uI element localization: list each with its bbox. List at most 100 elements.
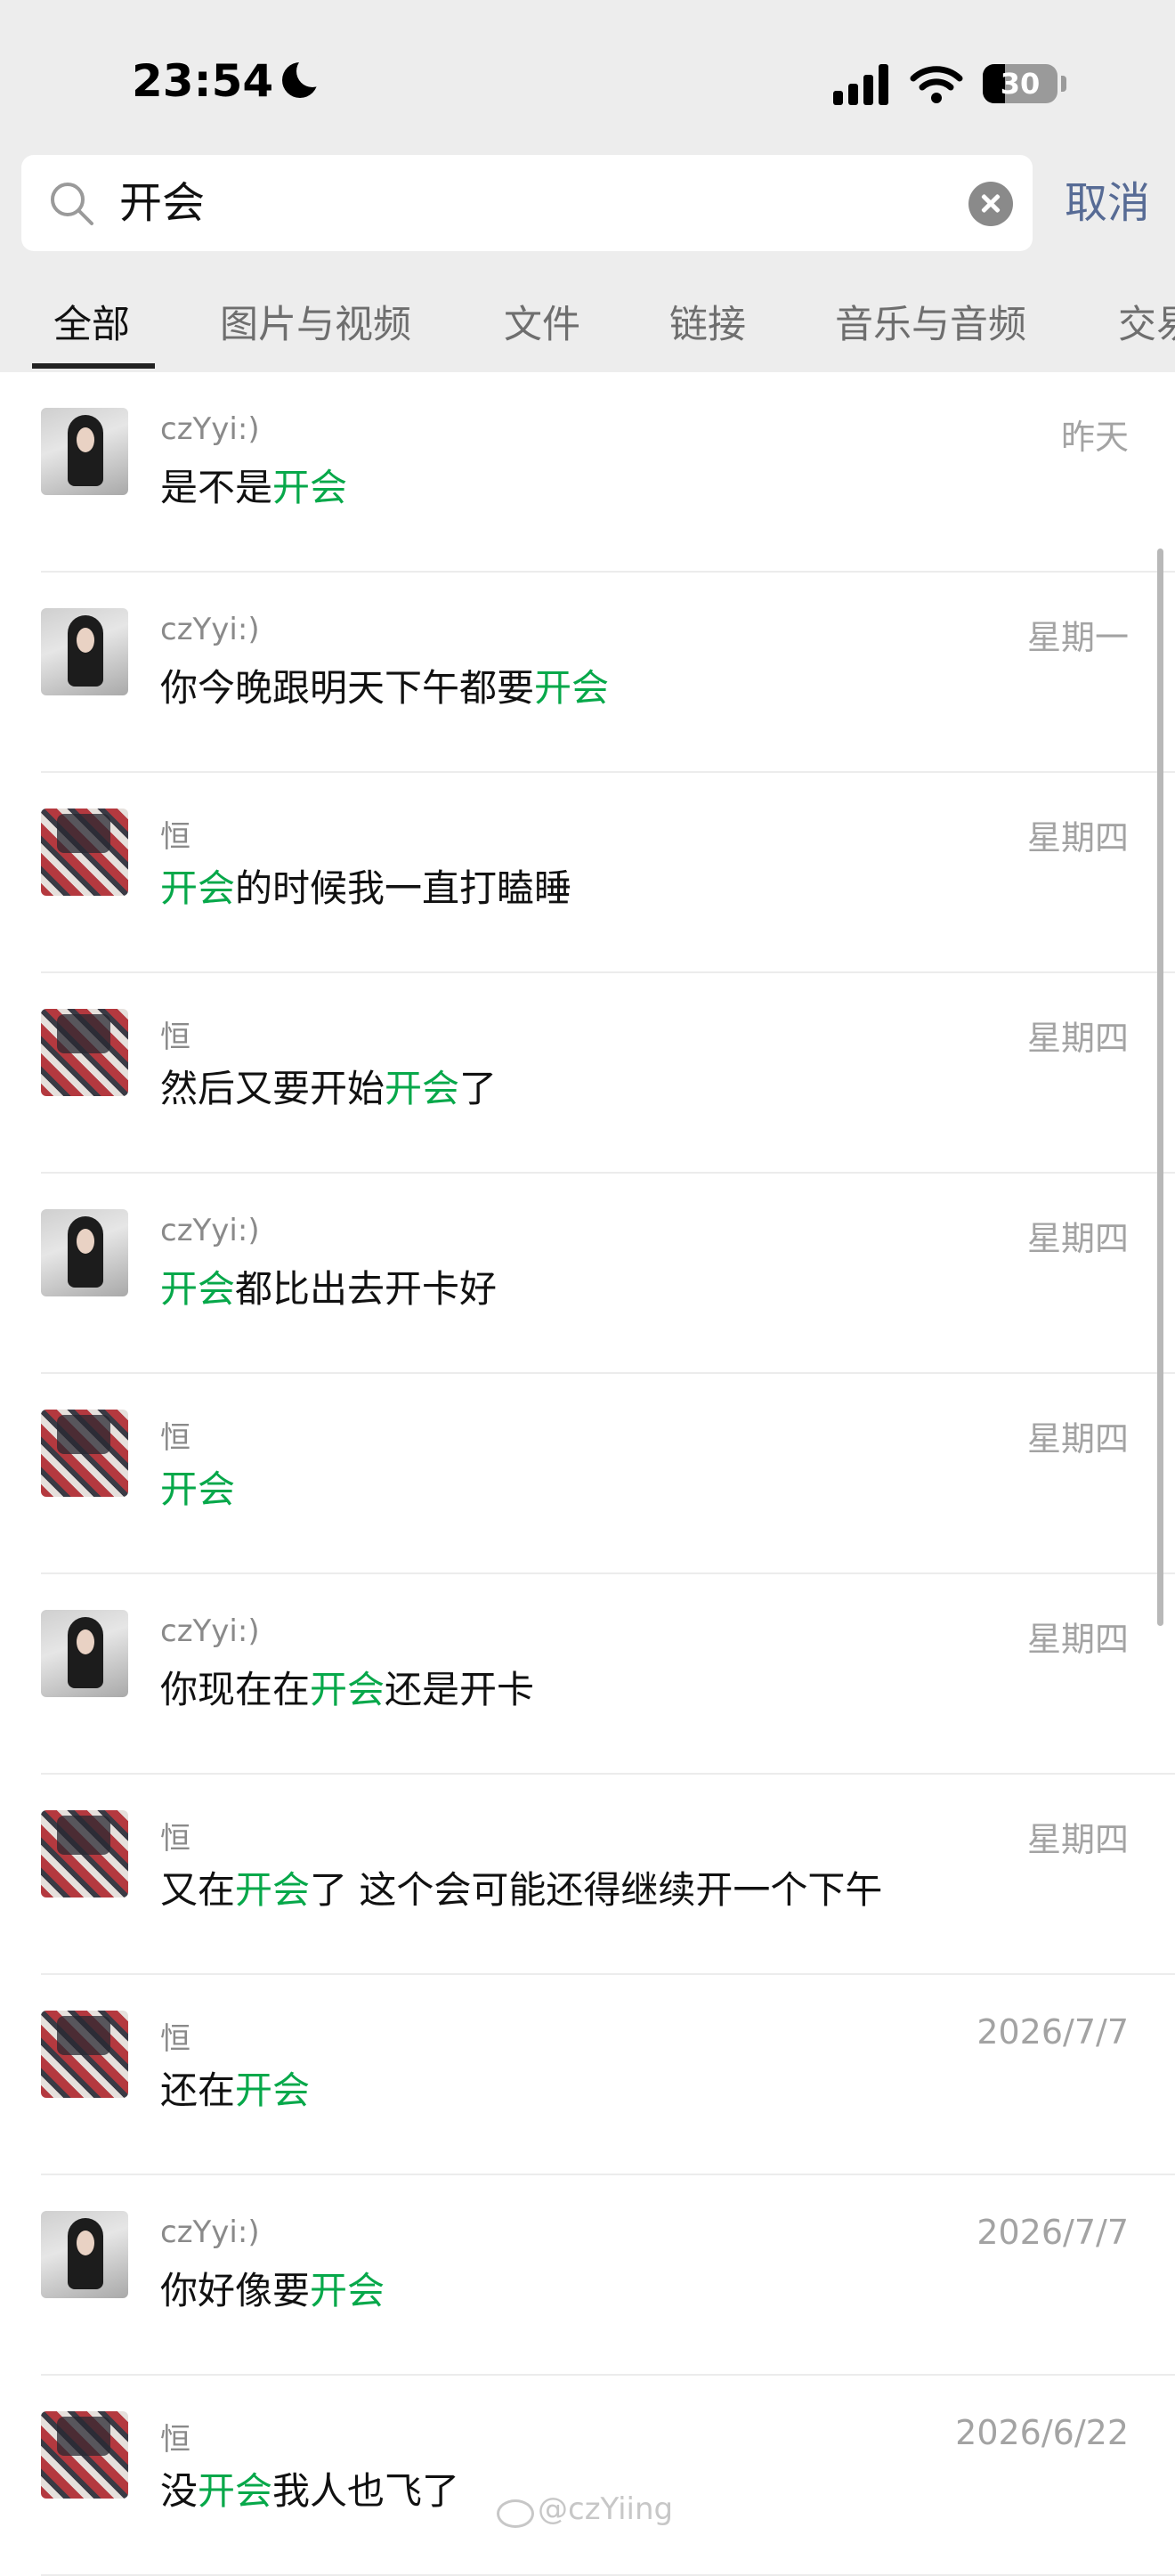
message-snippet: 是不是开会 — [160, 458, 347, 512]
message-snippet: 还在开会 — [160, 2060, 310, 2115]
watermark: @czYiing — [493, 2491, 674, 2528]
message-date: 星期四 — [1026, 1019, 1129, 1058]
clock-text: 23:54 — [132, 55, 274, 107]
list-item[interactable]: 恒 星期四又在开会了 这个会可能还得继续开一个下午 — [0, 1775, 1175, 1975]
weibo-icon — [493, 2494, 534, 2528]
avatar — [41, 2011, 128, 2098]
message-date: 昨天 — [1060, 418, 1129, 457]
list-item[interactable]: 恒 星期四开会 — [0, 1374, 1175, 1574]
avatar — [41, 608, 128, 695]
avatar — [41, 1610, 128, 1697]
snippet-before: 又在 — [160, 1868, 236, 1912]
tab-all[interactable]: 全部 — [53, 294, 130, 349]
list-item[interactable]: czYyi:) 星期四开会都比出去开卡好 — [0, 1174, 1175, 1374]
snippet-before: 还在 — [160, 2068, 236, 2112]
sender-name: 恒 — [160, 2021, 190, 2057]
list-item[interactable]: 恒 2026/6/22 没开会我人也飞了 — [0, 2376, 1175, 2576]
message-date: 星期四 — [1026, 1219, 1129, 1258]
avatar — [41, 2411, 128, 2499]
snippet-highlight: 开会 — [198, 2469, 273, 2513]
sender-name: czYyi:) — [160, 612, 260, 647]
search-icon — [51, 183, 93, 225]
clear-search-icon[interactable] — [968, 182, 1013, 226]
snippet-before: 没 — [160, 2469, 199, 2513]
tab-music-audio[interactable]: 音乐与音频 — [835, 294, 1026, 349]
sender-name: 恒 — [160, 1020, 190, 1055]
status-bar-time: 23:54 — [132, 55, 329, 107]
snippet-after: 了 — [459, 1067, 498, 1110]
sender-name: 恒 — [160, 2422, 190, 2458]
sender-name: 恒 — [160, 819, 190, 855]
snippet-highlight: 开会 — [385, 1067, 460, 1110]
list-item[interactable]: 恒 2026/7/7 还在开会 — [0, 1975, 1175, 2175]
active-tab-indicator — [32, 363, 155, 369]
do-not-disturb-moon-icon — [280, 55, 329, 102]
cellular-signal-icon — [833, 64, 895, 105]
message-snippet: 开会都比出去开卡好 — [160, 1259, 497, 1313]
sender-name: czYyi:) — [160, 411, 260, 447]
message-date: 2026/6/22 — [955, 2413, 1129, 2452]
snippet-highlight: 开会 — [160, 866, 236, 910]
scrollbar[interactable] — [1157, 549, 1163, 1626]
sender-name: czYyi:) — [160, 2214, 260, 2250]
snippet-after: 我人也飞了 — [272, 2469, 460, 2513]
snippet-after: 还是开卡 — [385, 1668, 535, 1711]
list-item[interactable]: czYyi:) 2026/7/7 你好像要开会 — [0, 2175, 1175, 2376]
search-query-text[interactable]: 开会 — [119, 155, 205, 251]
avatar — [41, 809, 128, 896]
sender-name: czYyi:) — [160, 1213, 260, 1248]
message-snippet: 然后又要开始开会了 — [160, 1059, 497, 1113]
cancel-button[interactable]: 取消 — [1065, 155, 1150, 251]
battery-icon: 30 — [983, 64, 1058, 103]
snippet-highlight: 开会 — [160, 1267, 236, 1311]
tab-transactions[interactable]: 交易 — [1118, 294, 1175, 349]
tab-photos-videos[interactable]: 图片与视频 — [220, 294, 411, 349]
message-date: 星期四 — [1026, 818, 1129, 857]
message-date: 星期四 — [1026, 1820, 1129, 1859]
snippet-after: 了 这个会可能还得继续开一个下午 — [310, 1868, 883, 1912]
message-snippet: 没开会我人也飞了 — [160, 2461, 459, 2515]
snippet-highlight: 开会 — [272, 466, 348, 509]
snippet-highlight: 开会 — [310, 2269, 385, 2312]
message-snippet: 你今晚跟明天下午都要开会 — [160, 658, 609, 712]
avatar — [41, 1209, 128, 1296]
snippet-before: 你好像要 — [160, 2269, 311, 2312]
message-date: 星期四 — [1026, 1419, 1129, 1459]
list-item[interactable]: czYyi:) 星期四你现在在开会还是开卡 — [0, 1574, 1175, 1775]
avatar — [41, 1810, 128, 1897]
message-snippet: 你好像要开会 — [160, 2261, 385, 2315]
message-date: 2026/7/7 — [976, 2213, 1129, 2252]
snippet-after: 都比出去开卡好 — [235, 1267, 498, 1311]
snippet-before: 你现在在 — [160, 1668, 311, 1711]
list-item[interactable]: czYyi:) 星期一你今晚跟明天下午都要开会 — [0, 573, 1175, 773]
search-input[interactable]: 开会 — [21, 155, 1033, 251]
message-date: 2026/7/7 — [976, 2012, 1129, 2052]
battery-cap — [1061, 76, 1066, 92]
tab-files[interactable]: 文件 — [504, 294, 580, 349]
snippet-before: 是不是 — [160, 466, 273, 509]
snippet-highlight: 开会 — [534, 666, 610, 710]
wifi-icon — [910, 66, 963, 103]
snippet-before: 然后又要开始 — [160, 1067, 385, 1110]
snippet-highlight: 开会 — [235, 2068, 311, 2112]
snippet-highlight: 开会 — [235, 1868, 311, 1912]
message-date: 星期一 — [1026, 618, 1129, 657]
battery-percent: 30 — [1000, 67, 1041, 101]
tab-links[interactable]: 链接 — [669, 294, 746, 349]
sender-name: czYyi:) — [160, 1613, 260, 1649]
snippet-before: 你今晚跟明天下午都要 — [160, 666, 535, 710]
snippet-after: 的时候我一直打瞌睡 — [235, 866, 572, 910]
list-item[interactable]: 恒 星期四然后又要开始开会了 — [0, 973, 1175, 1174]
watermark-text: @czYiing — [538, 2491, 674, 2527]
snippet-highlight: 开会 — [160, 1467, 236, 1511]
sender-name: 恒 — [160, 1821, 190, 1857]
message-date: 星期四 — [1026, 1620, 1129, 1659]
avatar — [41, 408, 128, 495]
message-snippet: 你现在在开会还是开卡 — [160, 1660, 534, 1714]
avatar — [41, 1009, 128, 1096]
avatar — [41, 2211, 128, 2298]
list-item[interactable]: czYyi:) 昨天是不是开会 — [0, 372, 1175, 573]
sender-name: 恒 — [160, 1420, 190, 1456]
message-snippet: 又在开会了 这个会可能还得继续开一个下午 — [160, 1860, 882, 1914]
list-item[interactable]: 恒 星期四开会的时候我一直打瞌睡 — [0, 773, 1175, 973]
